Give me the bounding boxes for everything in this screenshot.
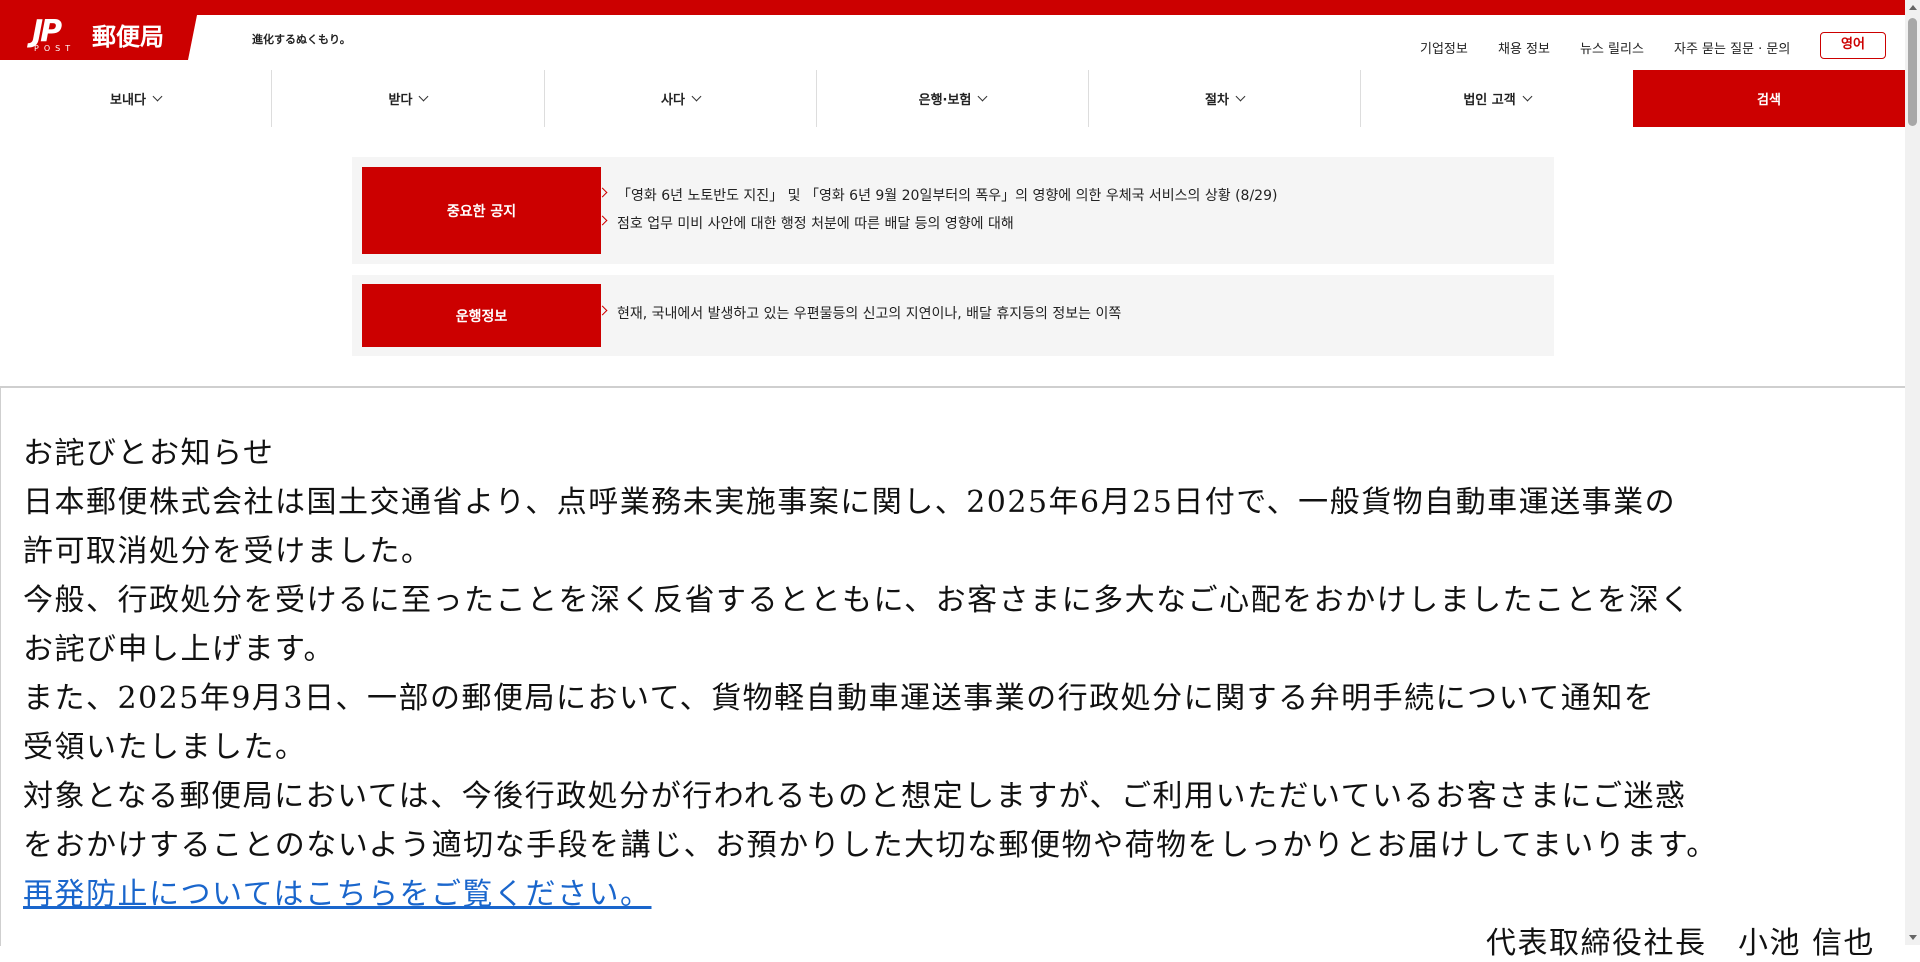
utility-link-faq[interactable]: 자주 묻는 질문 · 문의 xyxy=(1674,38,1790,57)
top-red-bar xyxy=(0,0,1905,15)
apology-line: 今般、行政処分を受けるに至ったことを深く反省するとともに、お客さまに多大なご心配… xyxy=(23,583,1692,618)
nav-search-button[interactable]: 검색 xyxy=(1633,70,1905,127)
language-button[interactable]: 영어 xyxy=(1820,32,1886,59)
nav-item-business[interactable]: 법인 고객 xyxy=(1361,70,1633,127)
page-scrollbar[interactable] xyxy=(1905,0,1920,945)
scroll-thumb[interactable] xyxy=(1908,18,1917,126)
utility-link-news[interactable]: 뉴스 릴리스 xyxy=(1580,38,1644,57)
notice-link[interactable]: 점호 업무 미비 사안에 대한 행정 처분에 따른 배달 등의 영향에 대해 xyxy=(597,213,1014,233)
operation-info-link[interactable]: 현재, 국내에서 발생하고 있는 우편물등의 신고의 지연이나, 배달 휴지등의… xyxy=(597,303,1122,323)
notice-link[interactable]: 「영화 6년 노토반도 지진」 및 「영화 6년 9월 20일부터의 폭우」의 … xyxy=(597,185,1278,205)
important-notice-label: 중요한 공지 xyxy=(362,167,601,254)
chevron-down-icon xyxy=(419,91,429,102)
tagline: 進化するぬくもり。 xyxy=(252,33,351,46)
apology-line: 対象となる郵便局においては、今後行政処分が行われるものと想定しますが、ご利用いた… xyxy=(23,779,1687,814)
chevron-down-icon xyxy=(1522,91,1533,102)
apology-line: 日本郵便株式会社は国土交通省より、点呼業務未実施事案に関し、2025年6月25日… xyxy=(23,485,1677,520)
utility-link-company[interactable]: 기업정보 xyxy=(1420,38,1468,57)
operation-info-label: 운행정보 xyxy=(362,284,601,347)
nav-item-procedures[interactable]: 절차 xyxy=(1089,70,1360,127)
nav-item-receive[interactable]: 받다 xyxy=(272,70,544,127)
notice-text: 점호 업무 미비 사안에 대한 행정 처분에 따른 배달 등의 영향에 대해 xyxy=(617,216,1014,232)
logo-text: 郵便局 xyxy=(92,23,164,51)
logo-post-text: POST xyxy=(34,44,76,53)
apology-line: 許可取消処分を受けました。 xyxy=(23,534,433,569)
notice-text: 현재, 국내에서 발생하고 있는 우편물등의 신고의 지연이나, 배달 휴지등의… xyxy=(617,306,1122,322)
apology-line: お詫び申し上げます。 xyxy=(23,632,335,667)
apology-line: 受領いたしました。 xyxy=(23,730,307,765)
nav-label: 절차 xyxy=(1205,93,1229,108)
operation-info-box: 운행정보 현재, 국내에서 발생하고 있는 우편물등의 신고의 지연이나, 배달… xyxy=(352,275,1554,356)
apology-line: をおかけすることのないよう適切な手段を講じ、お預かりした大切な郵便物や荷物をしっ… xyxy=(23,828,1718,863)
signature: 代表取締役社長 小池 信也 xyxy=(1485,926,1875,961)
notice-text: 「영화 6년 노토반도 지진」 및 「영화 6년 9월 20일부터의 폭우」의 … xyxy=(617,188,1278,204)
utility-link-careers[interactable]: 채용 정보 xyxy=(1498,38,1550,57)
main-nav: 보내다 받다 사다 은행·보험 절차 법인 고객 검색 xyxy=(0,70,1905,127)
recurrence-prevention-link[interactable]: 再発防止についてはこちらをご覧ください。 xyxy=(23,869,652,913)
nav-item-send[interactable]: 보내다 xyxy=(0,70,271,127)
chevron-down-icon xyxy=(152,91,163,102)
scroll-up-icon[interactable] xyxy=(1909,5,1917,10)
chevron-down-icon xyxy=(691,91,702,102)
nav-item-buy[interactable]: 사다 xyxy=(545,70,816,127)
chevron-down-icon xyxy=(1235,91,1246,102)
chevron-down-icon xyxy=(977,91,988,102)
nav-label: 은행·보험 xyxy=(918,93,972,108)
scroll-down-icon[interactable] xyxy=(1909,935,1917,940)
nav-label: 법인 고객 xyxy=(1463,93,1516,108)
nav-label: 사다 xyxy=(661,93,685,108)
nav-label: 받다 xyxy=(388,93,413,108)
apology-notice-popup: お詫びとお知らせ 日本郵便株式会社は国土交通省より、点呼業務未実施事案に関し、2… xyxy=(0,386,1905,961)
site-logo[interactable]: JP POST 郵便局 xyxy=(0,0,200,60)
apology-title: お詫びとお知らせ xyxy=(23,436,275,471)
nav-label: 보내다 xyxy=(110,93,146,108)
important-notice-box: 중요한 공지 「영화 6년 노토반도 지진」 및 「영화 6년 9월 20일부터… xyxy=(352,157,1554,264)
nav-item-banking[interactable]: 은행·보험 xyxy=(817,70,1088,127)
apology-line: また、2025年9月3日、一部の郵便局において、貨物軽自動車運送事業の行政処分に… xyxy=(23,681,1656,716)
jp-post-logo-icon: JP POST xyxy=(30,14,82,53)
